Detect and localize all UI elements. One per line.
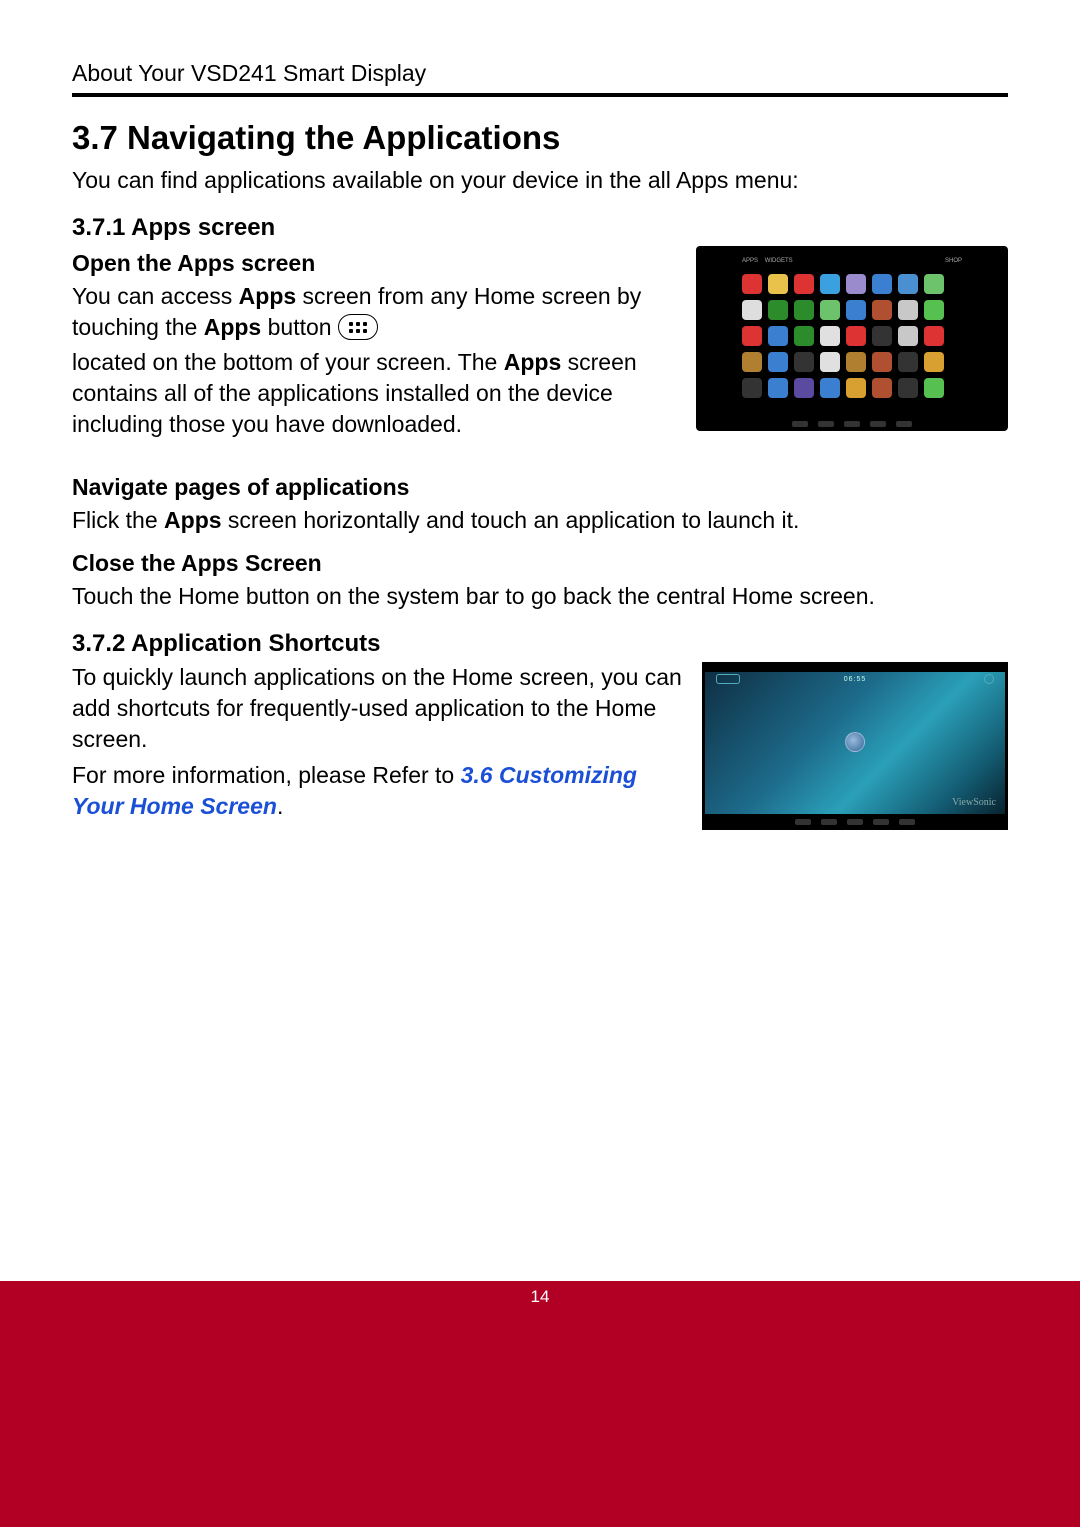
open-paragraph-1: You can access Apps screen from any Home… bbox=[72, 281, 678, 343]
clock-label: 06:55 bbox=[844, 676, 867, 683]
header-rule bbox=[72, 93, 1008, 97]
app-icon bbox=[872, 326, 892, 346]
shortcuts-paragraph-1: To quickly launch applications on the Ho… bbox=[72, 662, 684, 755]
figure-apps-screen: APPS WIDGETS SHOP bbox=[696, 246, 1008, 431]
app-icon bbox=[742, 352, 762, 372]
app-icon bbox=[872, 352, 892, 372]
app-icon bbox=[898, 274, 918, 294]
apps-bold: Apps bbox=[239, 283, 297, 309]
apps-tab: APPS WIDGETS bbox=[742, 258, 793, 270]
app-icon bbox=[846, 352, 866, 372]
apps-button-icon bbox=[338, 314, 378, 340]
navigate-heading: Navigate pages of applications bbox=[72, 474, 1008, 501]
app-icon bbox=[794, 352, 814, 372]
apps-bold: Apps bbox=[504, 349, 562, 375]
app-icon bbox=[924, 326, 944, 346]
app-icon bbox=[898, 326, 918, 346]
text: WIDGETS bbox=[765, 258, 793, 264]
app-icon bbox=[820, 326, 840, 346]
shortcut-icon bbox=[845, 732, 865, 752]
app-icon bbox=[768, 300, 788, 320]
brand-label: ViewSonic bbox=[952, 797, 996, 808]
app-icon bbox=[924, 378, 944, 398]
mic-icon bbox=[984, 674, 994, 684]
app-icon bbox=[924, 352, 944, 372]
text: APPS bbox=[742, 258, 758, 264]
app-icon bbox=[898, 352, 918, 372]
text: button bbox=[261, 314, 338, 340]
open-paragraph-2: located on the bottom of your screen. Th… bbox=[72, 347, 678, 440]
app-icon bbox=[742, 300, 762, 320]
text: You can access bbox=[72, 283, 239, 309]
search-icon bbox=[716, 674, 740, 684]
running-head: About Your VSD241 Smart Display bbox=[72, 60, 1008, 87]
text: Flick the bbox=[72, 507, 164, 533]
app-icon bbox=[846, 326, 866, 346]
app-icon bbox=[872, 274, 892, 294]
app-icon bbox=[898, 300, 918, 320]
app-icon bbox=[924, 300, 944, 320]
subsection-3-7-2: 3.7.2 Application Shortcuts bbox=[72, 630, 1008, 658]
app-icon bbox=[820, 352, 840, 372]
open-heading: Open the Apps screen bbox=[72, 250, 678, 277]
page-footer: 14 bbox=[0, 1281, 1080, 1527]
text: located on the bottom of your screen. Th… bbox=[72, 349, 504, 375]
app-icon bbox=[898, 378, 918, 398]
app-icon bbox=[768, 274, 788, 294]
text: For more information, please Refer to bbox=[72, 762, 461, 788]
app-icon bbox=[794, 326, 814, 346]
app-icon bbox=[768, 352, 788, 372]
navigate-paragraph: Flick the Apps screen horizontally and t… bbox=[72, 505, 1008, 536]
app-icon bbox=[794, 300, 814, 320]
figure-home-screen: 06:55 ViewSonic bbox=[702, 662, 1008, 830]
subsection-3-7-1: 3.7.1 Apps screen bbox=[72, 214, 1008, 242]
text: . bbox=[277, 793, 283, 819]
app-icon bbox=[794, 378, 814, 398]
app-icon bbox=[924, 274, 944, 294]
app-icon bbox=[820, 274, 840, 294]
app-icon bbox=[794, 274, 814, 294]
app-icon bbox=[768, 378, 788, 398]
page-number: 14 bbox=[531, 1287, 550, 1307]
app-icon bbox=[768, 326, 788, 346]
app-icon bbox=[742, 378, 762, 398]
app-icon bbox=[742, 274, 762, 294]
apps-bold: Apps bbox=[164, 507, 222, 533]
app-icon bbox=[872, 300, 892, 320]
close-heading: Close the Apps Screen bbox=[72, 550, 1008, 577]
app-icon bbox=[846, 300, 866, 320]
app-icon bbox=[820, 300, 840, 320]
shortcuts-paragraph-2: For more information, please Refer to 3.… bbox=[72, 760, 684, 822]
app-icon bbox=[820, 378, 840, 398]
app-icon bbox=[742, 326, 762, 346]
app-icon bbox=[872, 378, 892, 398]
close-paragraph: Touch the Home button on the system bar … bbox=[72, 581, 1008, 612]
text: screen horizontally and touch an applica… bbox=[222, 507, 800, 533]
apps-bold: Apps bbox=[204, 314, 262, 340]
app-icon bbox=[846, 274, 866, 294]
shop-label: SHOP bbox=[945, 258, 962, 270]
app-icon bbox=[846, 378, 866, 398]
section-title: 3.7 Navigating the Applications bbox=[72, 119, 1008, 157]
section-intro: You can find applications available on y… bbox=[72, 165, 1008, 196]
